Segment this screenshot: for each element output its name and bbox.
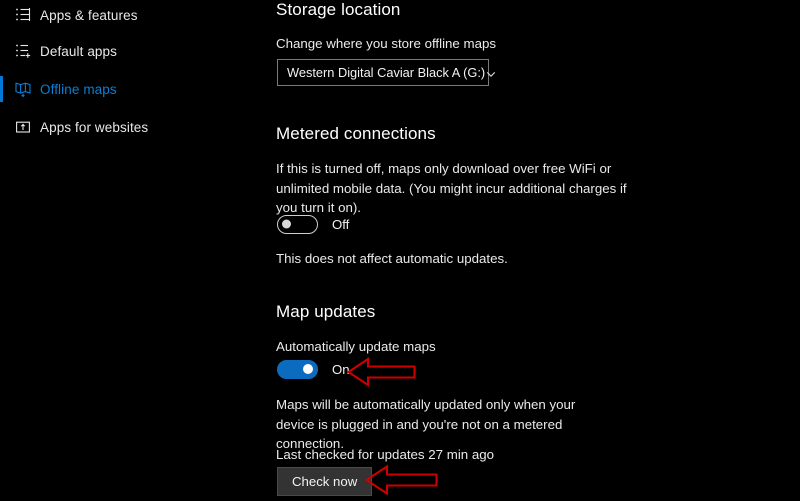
selection-accent-bar [0,2,3,28]
metered-connections-toggle-row[interactable]: Off [277,213,349,235]
sidebar-item-label: Default apps [40,43,117,59]
sidebar-item-offline-maps[interactable]: Offline maps [0,74,258,104]
sidebar-item-default-apps[interactable]: Default apps [0,36,258,66]
metered-connections-description: If this is turned off, maps only downloa… [276,161,627,215]
toggle-knob [303,364,313,374]
last-checked-text: Last checked for updates 27 min ago [276,447,495,462]
storage-location-dropdown-value: Western Digital Caviar Black A (G:) [287,65,486,80]
selection-accent-bar [0,38,3,64]
list-icon [14,6,32,24]
metered-connections-toggle[interactable] [277,214,318,234]
settings-sidebar: Apps & features Default apps Offline map… [0,0,258,501]
sidebar-item-label: Apps & features [40,7,138,23]
metered-connections-toggle-state: Off [332,216,350,232]
automatically-update-maps-toggle-row[interactable]: On [277,358,350,380]
check-now-button[interactable]: Check now [277,467,373,496]
metered-connections-footnote: This does not affect automatic updates. [276,251,508,266]
metered-connections-heading: Metered connections [276,124,436,143]
sidebar-item-label: Apps for websites [40,119,149,135]
settings-window: Apps & features Default apps Offline map… [0,0,800,501]
automatically-update-maps-toggle[interactable] [277,359,318,379]
chevron-down-icon [485,67,497,79]
toggle-knob [282,219,291,229]
storage-location-heading: Storage location [276,0,401,19]
app-link-icon [14,118,32,136]
selection-accent-bar [0,76,3,102]
sidebar-item-apps-and-features[interactable]: Apps & features [0,0,258,30]
automatically-update-maps-label: Automatically update maps [276,339,436,354]
selection-accent-bar [0,114,3,140]
storage-location-dropdown[interactable]: Western Digital Caviar Black A (G:) [277,59,496,86]
map-updates-heading: Map updates [276,302,376,321]
automatically-update-maps-toggle-state: On [332,361,350,377]
storage-location-description: Change where you store offline maps [276,36,497,51]
sidebar-item-label: Offline maps [40,81,117,97]
map-book-icon [14,80,32,98]
sidebar-item-apps-for-websites[interactable]: Apps for websites [0,112,258,142]
list-add-icon [14,42,32,60]
settings-content-pane: Storage location Change where you store … [258,0,800,501]
